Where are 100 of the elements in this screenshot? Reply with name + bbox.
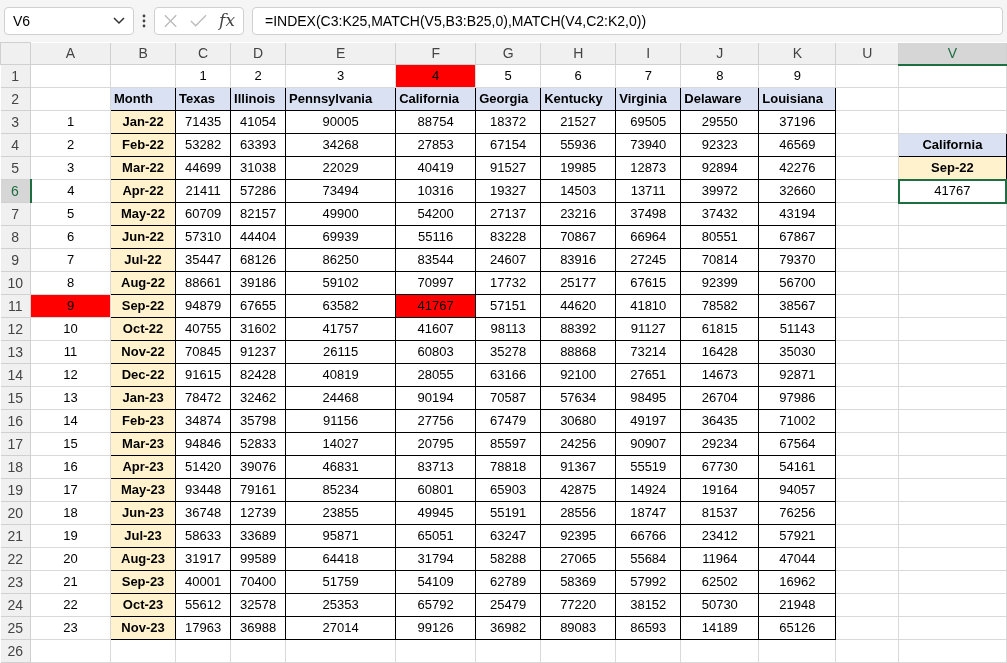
table-cell: 27756 [395, 409, 476, 433]
row-number-cell: 23 [30, 616, 111, 640]
column-header[interactable]: U [835, 42, 899, 65]
table-cell: 42875 [540, 478, 616, 502]
row-header[interactable]: 11 [0, 294, 31, 318]
column-header[interactable]: D [230, 42, 286, 65]
table-cell: 67154 [475, 133, 541, 157]
row-number-cell: 12 [30, 363, 111, 387]
column-header[interactable]: G [475, 42, 541, 65]
chevron-down-icon[interactable] [113, 17, 125, 25]
row-header[interactable]: 21 [0, 524, 31, 548]
column-header[interactable]: B [110, 42, 176, 65]
row-header[interactable]: 22 [0, 547, 31, 571]
table-cell: 27651 [615, 363, 681, 387]
row-number-cell: 5 [30, 202, 111, 226]
table-cell: 32660 [758, 179, 836, 203]
table-cell: 59102 [285, 271, 396, 295]
row-header[interactable]: 8 [0, 225, 31, 249]
row-number-cell: 6 [30, 225, 111, 249]
column-header[interactable]: H [540, 42, 616, 65]
table-cell: 92399 [680, 271, 759, 295]
formula-bar[interactable]: =INDEX(C3:K25,MATCH(V5,B3:B25,0),MATCH(V4,C2:K2,0)) [252, 7, 1003, 35]
table-cell: 63166 [475, 363, 541, 387]
table-cell: 16962 [758, 570, 836, 594]
row-header[interactable]: 17 [0, 432, 31, 456]
table-cell: 54200 [395, 202, 476, 226]
row-header[interactable]: 7 [0, 202, 31, 226]
column-header[interactable]: I [615, 42, 681, 65]
table-cell: 40419 [395, 156, 476, 180]
result-cell[interactable]: 41767 [898, 179, 1006, 203]
row-header[interactable]: 20 [0, 501, 31, 525]
table-cell: 27014 [285, 616, 396, 640]
table-cell: 56700 [758, 271, 836, 295]
row-header[interactable]: 9 [0, 248, 31, 272]
table-cell: 12873 [615, 156, 681, 180]
row-number-cell: 16 [30, 455, 111, 479]
table-cell: 78472 [175, 386, 231, 410]
row-header[interactable]: 23 [0, 570, 31, 594]
row-header[interactable]: 4 [0, 133, 31, 157]
row-header[interactable]: 15 [0, 386, 31, 410]
table-cell: 65051 [395, 524, 476, 548]
table-cell: 79161 [230, 478, 286, 502]
column-header[interactable]: F [395, 42, 476, 65]
table-cell: 28055 [395, 363, 476, 387]
table-cell: 35278 [475, 340, 541, 364]
name-box[interactable]: V6 [4, 7, 134, 35]
table-cell: 27137 [475, 202, 541, 226]
row-header[interactable]: 19 [0, 478, 31, 502]
row-header[interactable]: 26 [0, 639, 31, 663]
table-cell: 23855 [285, 501, 396, 525]
row-header[interactable]: 2 [0, 87, 31, 111]
row-header[interactable]: 3 [0, 110, 31, 134]
row-number-cell: 10 [30, 317, 111, 341]
row-header[interactable]: 18 [0, 455, 31, 479]
table-cell: 85234 [285, 478, 396, 502]
table-cell: 57634 [540, 386, 616, 410]
column-header[interactable]: K [758, 42, 836, 65]
table-cell: 44699 [175, 156, 231, 180]
table-cell: 81537 [680, 501, 759, 525]
table-cell: 65792 [395, 593, 476, 617]
table-cell: 93448 [175, 478, 231, 502]
row-header[interactable]: 6 [0, 179, 31, 203]
table-cell: 21527 [540, 110, 616, 134]
table-cell: 39186 [230, 271, 286, 295]
row-header[interactable]: 10 [0, 271, 31, 295]
table-cell: 66964 [615, 225, 681, 249]
table-cell: 37498 [615, 202, 681, 226]
table-cell: 73940 [615, 133, 681, 157]
column-header[interactable]: A [30, 42, 111, 65]
row-number-cell: 17 [30, 478, 111, 502]
more-options-icon[interactable] [142, 14, 146, 28]
column-header[interactable]: V [898, 42, 1006, 65]
table-cell: 67730 [680, 455, 759, 479]
column-number-cell: 8 [680, 64, 759, 88]
row-header[interactable]: 24 [0, 593, 31, 617]
column-header[interactable]: J [680, 42, 759, 65]
table-cell: 13711 [615, 179, 681, 203]
table-cell: 95871 [285, 524, 396, 548]
table-cell: 57921 [758, 524, 836, 548]
row-header[interactable]: 13 [0, 340, 31, 364]
column-number-cell: 1 [175, 64, 231, 88]
insert-function-button[interactable]: fx [219, 8, 235, 34]
row-header[interactable]: 16 [0, 409, 31, 433]
row-header[interactable]: 25 [0, 616, 31, 640]
table-cell: 60803 [395, 340, 476, 364]
table-cell: 83228 [475, 225, 541, 249]
row-header[interactable]: 12 [0, 317, 31, 341]
table-cell: 70845 [175, 340, 231, 364]
row-header[interactable]: 14 [0, 363, 31, 387]
column-header[interactable]: E [285, 42, 396, 65]
table-cell: 57151 [475, 294, 541, 318]
table-cell: 21948 [758, 593, 836, 617]
row-number-cell: 19 [30, 524, 111, 548]
column-header[interactable]: C [175, 42, 231, 65]
table-cell: 66766 [615, 524, 681, 548]
checkmark-icon[interactable] [190, 14, 208, 28]
table-cell: 19985 [540, 156, 616, 180]
row-header[interactable]: 1 [0, 64, 31, 88]
row-header[interactable]: 5 [0, 156, 31, 180]
table-cell: 90005 [285, 110, 396, 134]
